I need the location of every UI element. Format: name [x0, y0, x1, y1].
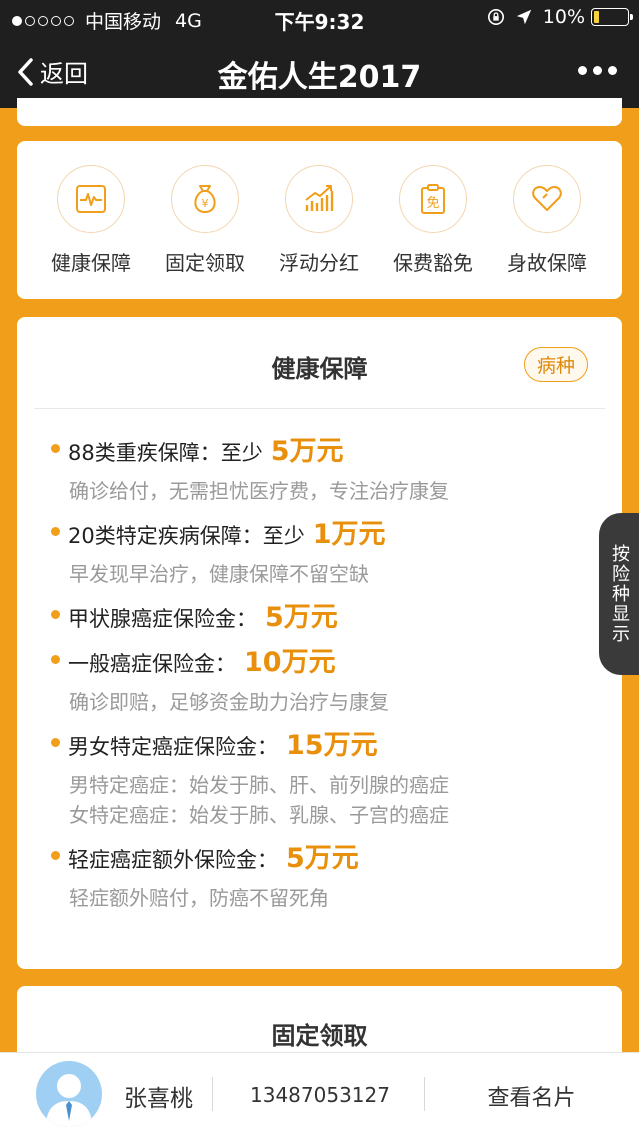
feature-label: 保费豁免	[393, 251, 473, 275]
coverage-item: 88类重疾保障：至少 5万元 确诊给付，无需担忧医疗费，专注治疗康复	[51, 429, 602, 506]
coverage-desc: 确诊即赔，足够资金助力治疗与康复	[69, 690, 389, 714]
page-title: 金佑人生2017	[217, 60, 422, 95]
location-arrow-icon	[516, 9, 531, 25]
feature-premium-waiver[interactable]: 免 保费豁免	[376, 141, 490, 299]
coverage-amount: 1万元	[312, 519, 386, 550]
coverage-label: 88类重疾保障：至少	[68, 441, 263, 465]
divider	[34, 408, 605, 409]
agent-bar: 张喜桃 13487053127 查看名片	[0, 1052, 639, 1136]
side-tab-label: 按险种显示	[609, 544, 630, 644]
coverage-amount: 5万元	[270, 436, 344, 467]
disease-list-button[interactable]: 病种	[523, 347, 588, 382]
coverage-desc: 女特定癌症：始发于肺、乳腺、子宫的癌症	[69, 803, 449, 827]
svg-text:¥: ¥	[202, 197, 209, 210]
battery-percent: 10%	[542, 6, 585, 28]
divider	[212, 1077, 213, 1111]
previous-card	[17, 98, 622, 126]
orientation-lock-icon	[487, 8, 504, 26]
view-business-card-button[interactable]: 查看名片	[424, 1080, 639, 1112]
coverage-label: 甲状腺癌症保险金：	[68, 607, 257, 631]
coverage-label: 轻症癌症额外保险金：	[68, 848, 278, 872]
bullet-icon	[51, 527, 60, 536]
status-bar: 中国移动 4G 下午9:32 10%	[0, 0, 639, 36]
money-bag-icon: ¥	[194, 185, 216, 214]
user-avatar-icon	[46, 1074, 92, 1127]
coverage-desc: 男特定癌症：始发于肺、肝、前列腺的癌症	[69, 773, 449, 797]
coverage-item: 一般癌症保险金： 10万元 确诊即赔，足够资金助力治疗与康复	[51, 640, 602, 717]
coverage-list: 88类重疾保障：至少 5万元 确诊给付，无需担忧医疗费，专注治疗康复 20类特定疾…	[51, 429, 602, 919]
heart-icon	[532, 186, 562, 211]
bullet-icon	[51, 655, 60, 664]
agent-phone[interactable]: 13487053127	[250, 1083, 390, 1107]
battery-icon	[591, 8, 633, 26]
feature-death-benefit[interactable]: 身故保障	[490, 141, 604, 299]
coverage-desc: 确诊给付，无需担忧医疗费，专注治疗康复	[69, 479, 449, 503]
feature-label: 固定领取	[165, 251, 245, 275]
coverage-label: 一般癌症保险金：	[68, 652, 236, 676]
feature-floating-dividend[interactable]: 浮动分红	[262, 141, 376, 299]
coverage-item: 轻症癌症额外保险金： 5万元 轻症额外赔付，防癌不留死角	[51, 836, 602, 913]
heartbeat-icon	[76, 185, 106, 213]
bullet-icon	[51, 738, 60, 747]
sort-by-product-tab[interactable]: 按险种显示	[599, 513, 639, 675]
feature-health[interactable]: 健康保障	[34, 141, 148, 299]
section-title: 固定领取	[271, 1022, 368, 1050]
coverage-item: 甲状腺癌症保险金： 5万元	[51, 595, 602, 634]
bar-chart-icon	[305, 185, 334, 211]
avatar[interactable]	[36, 1061, 102, 1127]
health-coverage-card: 健康保障 病种 88类重疾保障：至少 5万元 确诊给付，无需担忧医疗费，专注治疗康…	[17, 317, 622, 969]
feature-icons-card: 健康保障 ¥ 固定领取 浮动分红 免 保费豁免 身故保障	[17, 141, 622, 299]
more-options-icon[interactable]	[572, 66, 617, 75]
svg-text:免: 免	[426, 196, 439, 211]
agent-name: 张喜桃	[124, 1086, 193, 1112]
coverage-item: 20类特定疾病保障：至少 1万元 早发现早治疗，健康保障不留空缺	[51, 512, 602, 589]
coverage-desc: 轻症额外赔付，防癌不留死角	[69, 886, 329, 910]
coverage-label: 20类特定疾病保障：至少	[68, 524, 305, 548]
feature-label: 健康保障	[51, 251, 131, 275]
coverage-amount: 10万元	[244, 647, 336, 678]
feature-label: 浮动分红	[279, 251, 359, 275]
coverage-desc: 早发现早治疗，健康保障不留空缺	[69, 562, 369, 586]
coverage-amount: 15万元	[286, 730, 378, 761]
bullet-icon	[51, 851, 60, 860]
coverage-amount: 5万元	[286, 843, 359, 874]
feature-label: 身故保障	[507, 251, 587, 275]
coverage-item: 男女特定癌症保险金： 15万元 男特定癌症：始发于肺、肝、前列腺的癌症 女特定癌症…	[51, 723, 602, 830]
waiver-icon: 免	[421, 184, 445, 214]
bullet-icon	[51, 444, 60, 453]
coverage-amount: 5万元	[265, 602, 338, 633]
feature-fixed-payout[interactable]: ¥ 固定领取	[148, 141, 262, 299]
bullet-icon	[51, 610, 60, 619]
coverage-label: 男女特定癌症保险金：	[68, 735, 278, 759]
